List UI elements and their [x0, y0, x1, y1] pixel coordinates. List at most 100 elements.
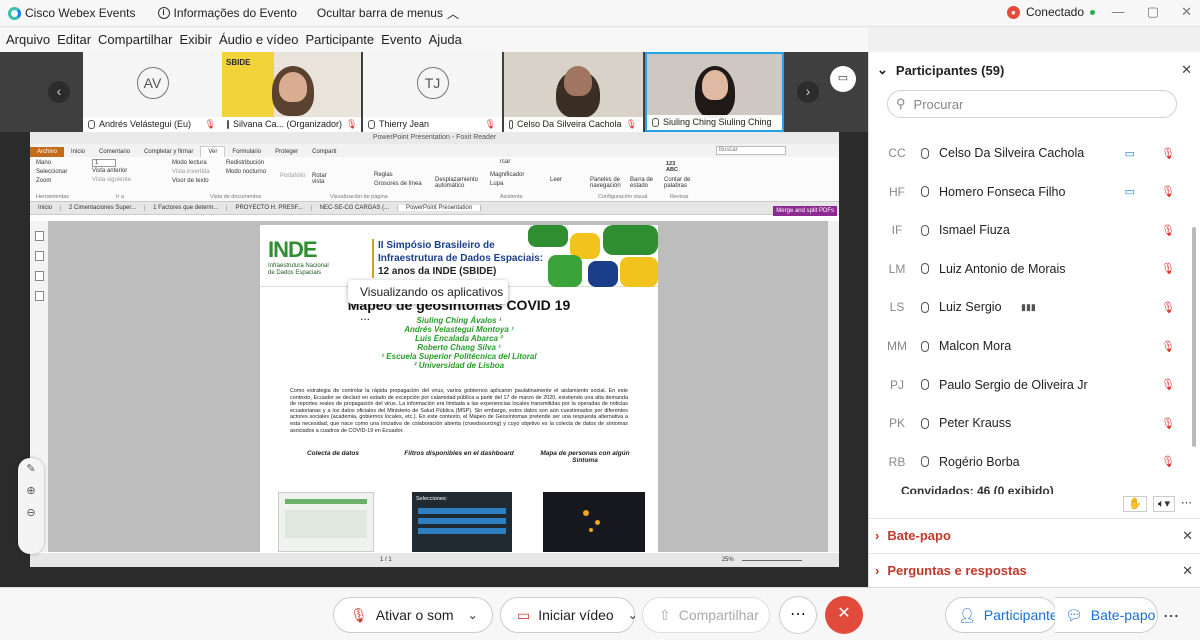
- tab-formulario[interactable]: Formulario: [225, 147, 268, 157]
- minimize-icon[interactable]: —: [1112, 4, 1125, 20]
- zoom-out-icon[interactable]: ⊖: [18, 502, 44, 524]
- tab-compartir[interactable]: Comparti: [305, 147, 343, 157]
- video-camera-icon[interactable]: ▭: [1125, 185, 1135, 198]
- video-tile-andres[interactable]: AV Andrés Velástegui (Eu) 🎙︎: [83, 52, 222, 132]
- more-icon[interactable]: ⋯: [1181, 496, 1192, 512]
- pen-icon[interactable]: ✎: [18, 458, 44, 480]
- maximize-icon[interactable]: ▢: [1147, 4, 1159, 20]
- next-video-button[interactable]: ›: [797, 81, 819, 103]
- zoom-in-icon[interactable]: ⊕: [18, 480, 44, 502]
- participant-row[interactable]: LM Luiz Antonio de Morais 🎙︎: [869, 250, 1189, 288]
- zoom-level[interactable]: 25%: [722, 557, 734, 563]
- menu-exibir[interactable]: Exibir: [179, 32, 212, 47]
- video-tile-siuling[interactable]: Siuling Ching Siuling Ching: [645, 52, 784, 132]
- prev-view[interactable]: Vista anterior: [92, 167, 131, 176]
- menu-evento[interactable]: Evento: [381, 32, 421, 47]
- page-number-input[interactable]: 1: [92, 159, 116, 167]
- chat-section-header[interactable]: › Bate-papo ✕: [869, 518, 1200, 552]
- panel-scrollbar[interactable]: [1192, 227, 1196, 447]
- participant-row[interactable]: CC Celso Da Silveira Cachola ▭ 🎙︎: [869, 134, 1189, 172]
- tab-comentario[interactable]: Comentario: [92, 147, 137, 157]
- muted-mic-icon[interactable]: 🎙︎: [1161, 224, 1175, 237]
- participant-search-input[interactable]: ⚲ Procurar: [887, 90, 1177, 118]
- doc-tab[interactable]: PROYECTO H. PRESF...: [227, 205, 312, 211]
- share-button[interactable]: ⇧ Compartilhar: [642, 597, 770, 633]
- video-button[interactable]: ▭ Iniciar vídeo ⌄: [500, 597, 638, 633]
- text-viewer[interactable]: Visor de texto: [172, 177, 210, 186]
- close-qa-icon[interactable]: ✕: [1182, 563, 1193, 579]
- chevron-down-icon[interactable]: ⌄: [628, 608, 638, 622]
- menu-ajuda[interactable]: Ajuda: [429, 32, 462, 47]
- night-mode[interactable]: Modo nocturno: [226, 168, 266, 177]
- menu-compartilhar[interactable]: Compartilhar: [98, 32, 172, 47]
- inverted-view[interactable]: Vista invertida: [172, 168, 210, 177]
- tab-inicio[interactable]: Inicio: [64, 147, 92, 157]
- qa-section-header[interactable]: › Perguntas e respostas ✕: [869, 553, 1200, 587]
- doc-tab[interactable]: Inicio: [30, 205, 62, 211]
- muted-mic-icon[interactable]: 🎙︎: [1161, 340, 1175, 353]
- chevron-down-icon[interactable]: ⌄: [468, 608, 478, 622]
- hide-menu-button[interactable]: Ocultar barra de menus ︿: [317, 5, 459, 22]
- rotate-view-button[interactable]: Rotar vista: [312, 173, 332, 185]
- loupe-button[interactable]: Lupa: [490, 180, 524, 189]
- participants-toggle[interactable]: 👤︎ Participantes: [945, 597, 1065, 633]
- leave-button[interactable]: ✕: [825, 596, 863, 634]
- video-tile-silvana[interactable]: SBIDE Silvana Ca... (Organizador) 🎙︎: [222, 52, 361, 132]
- tab-completar[interactable]: Completar y firmar: [137, 147, 200, 157]
- read-button[interactable]: Leer: [550, 177, 562, 183]
- line-weights-checkbox[interactable]: Grosores de línea: [374, 180, 422, 189]
- muted-mic-icon[interactable]: 🎙︎: [1161, 378, 1175, 391]
- muted-mic-icon[interactable]: 🎙︎: [1161, 185, 1175, 198]
- participant-row[interactable]: RB Rogério Borba 🎙︎: [869, 443, 1189, 481]
- participant-row[interactable]: HF Homero Fonseca Filho ▭ 🎙︎: [869, 173, 1189, 211]
- muted-mic-icon[interactable]: 🎙︎: [1161, 147, 1175, 160]
- video-tile-thierry[interactable]: TJ Thierry Jean 🎙︎: [363, 52, 502, 132]
- bookmark-icon[interactable]: [34, 231, 44, 241]
- participants-header[interactable]: ⌄ Participantes (59): [869, 52, 1200, 88]
- muted-mic-icon[interactable]: 🎙︎: [1161, 262, 1175, 275]
- close-panel-icon[interactable]: ✕: [1181, 62, 1192, 78]
- select-tool[interactable]: Seleccionar: [36, 168, 67, 177]
- comments-icon[interactable]: [34, 291, 44, 301]
- video-camera-icon[interactable]: ▭: [1125, 147, 1135, 160]
- participant-row[interactable]: IF Ismael Fiuza 🎙︎: [869, 211, 1189, 249]
- pdf-scrollbar[interactable]: [828, 221, 839, 552]
- auto-scroll-button[interactable]: Desplazamiento automático: [435, 177, 483, 189]
- event-info-button[interactable]: i Informações do Evento: [157, 6, 297, 20]
- chat-toggle[interactable]: 💬︎ Bate-papo: [1055, 597, 1158, 633]
- hand-tool[interactable]: Mano: [36, 159, 67, 168]
- doc-tab-active[interactable]: PowerPoint Presentation: [398, 205, 482, 211]
- tab-proteger[interactable]: Proteger: [268, 147, 305, 157]
- reading-mode[interactable]: Modo lectura: [172, 159, 210, 168]
- more-options-button[interactable]: ⋯: [779, 596, 817, 634]
- prev-video-button[interactable]: ‹: [48, 81, 70, 103]
- connection-status[interactable]: ● Conectado: [1006, 5, 1095, 19]
- participant-row[interactable]: LS Luiz Sergio ▮▮▮ 🎙︎: [869, 288, 1189, 326]
- guests-count[interactable]: Convidados: 46 (0 exibido): [901, 484, 1054, 494]
- doc-tab[interactable]: NEC-SE-CG CARGAS (...: [312, 205, 399, 211]
- zoom-slider[interactable]: [741, 559, 802, 561]
- more-panels-icon[interactable]: ⋯: [1163, 606, 1179, 626]
- doc-tab[interactable]: 1 Factores que determ...: [145, 205, 228, 211]
- tab-archivo[interactable]: Archivo: [30, 147, 65, 157]
- menu-editar[interactable]: Editar: [57, 32, 91, 47]
- close-window-icon[interactable]: ✕: [1181, 4, 1192, 20]
- video-tile-celso[interactable]: Celso Da Silveira Cachola 🎙︎: [504, 52, 643, 132]
- muted-mic-icon[interactable]: 🎙︎: [1161, 417, 1175, 430]
- pages-icon[interactable]: [34, 251, 44, 261]
- muted-mic-icon[interactable]: 🎙︎: [1161, 301, 1175, 314]
- layout-toggle-button[interactable]: ▭: [830, 66, 856, 92]
- mute-button[interactable]: 🎙︎ Ativar o som ⌄: [333, 597, 493, 633]
- close-chat-icon[interactable]: ✕: [1182, 528, 1193, 544]
- tab-ver[interactable]: Ver: [200, 146, 226, 157]
- rulers-checkbox[interactable]: Reglas: [374, 171, 422, 180]
- status-bar-button[interactable]: Barra de estado: [630, 177, 656, 189]
- page-counter[interactable]: 1 / 1: [380, 557, 392, 563]
- zoom-tool[interactable]: Zoom: [36, 177, 67, 186]
- menu-participante[interactable]: Participante: [306, 32, 375, 47]
- reflow[interactable]: Redistribución: [226, 159, 266, 168]
- participant-row[interactable]: PJ Paulo Sergio de Oliveira Jr 🎙︎: [869, 366, 1189, 404]
- nav-panels-button[interactable]: Paneles de navegación: [590, 177, 622, 189]
- raise-hand-icon[interactable]: ✋: [1123, 496, 1147, 512]
- audio-options-icon[interactable]: 🔈︎▾: [1152, 496, 1175, 512]
